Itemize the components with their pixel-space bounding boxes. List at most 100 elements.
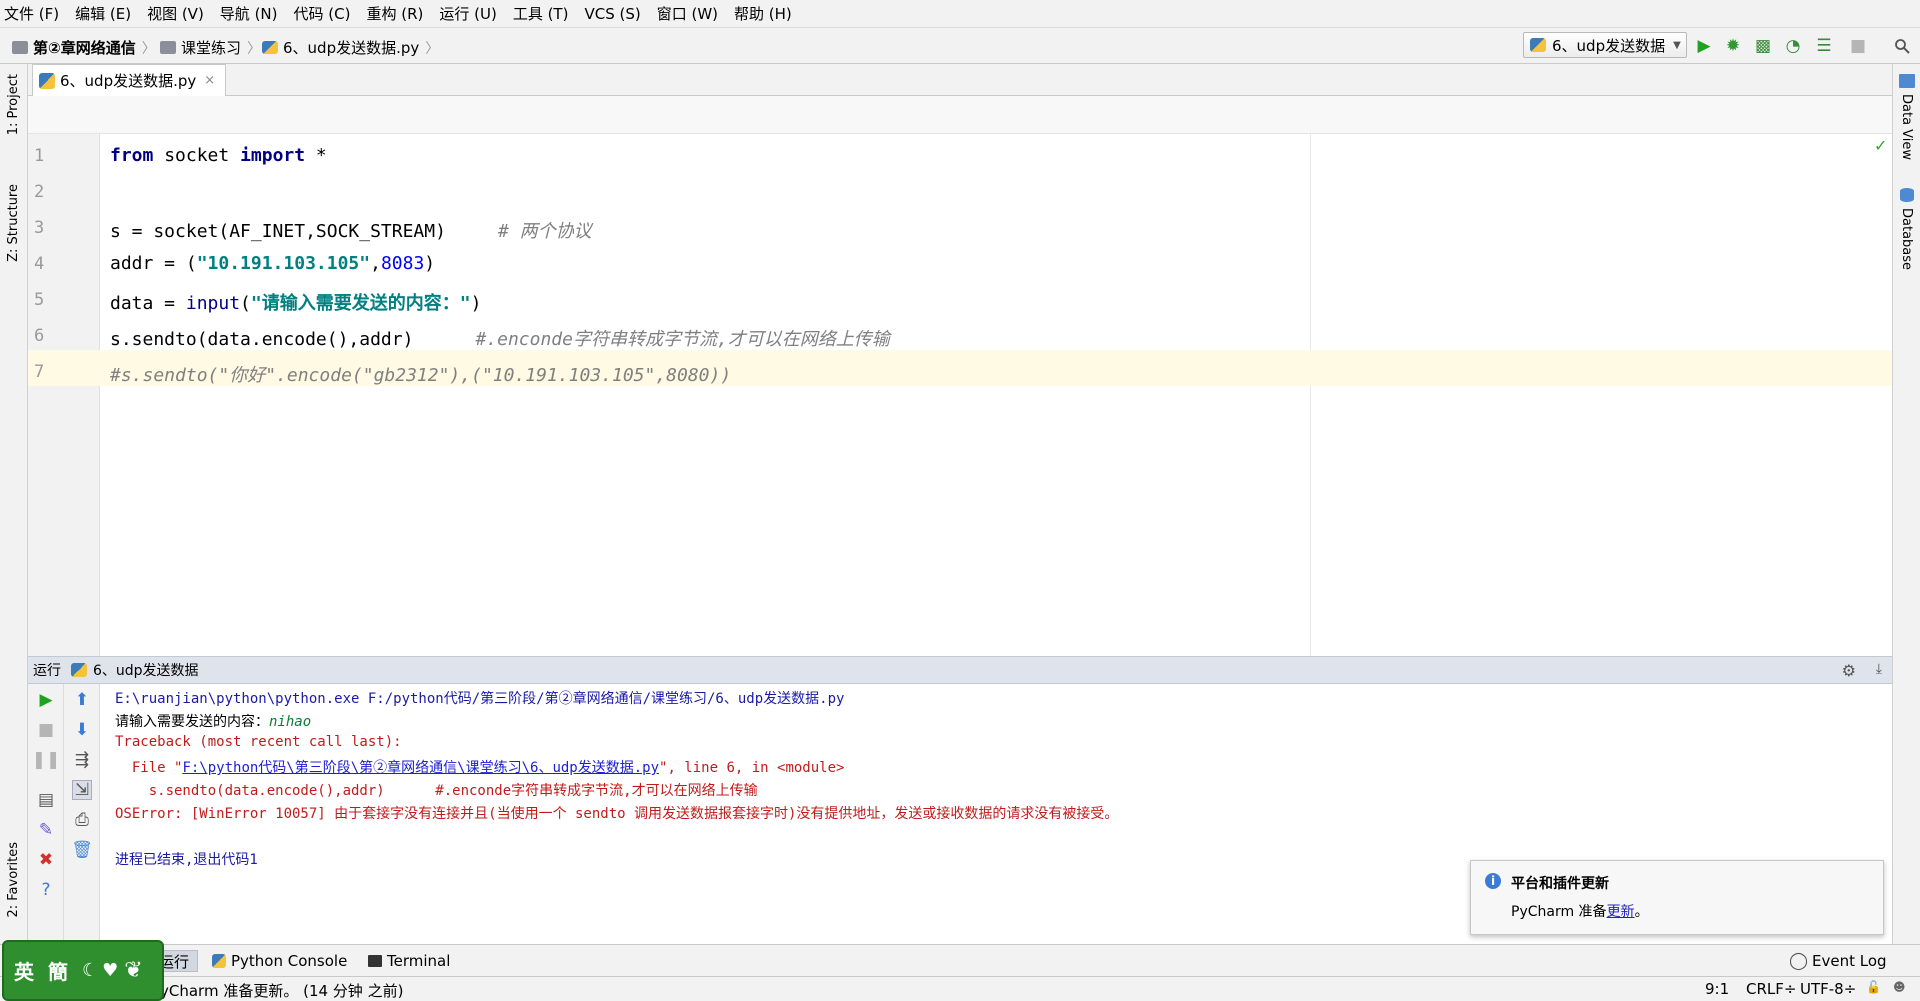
console-exit-message: 进程已结束,退出代码1 [115, 852, 258, 868]
close-icon[interactable]: × [204, 73, 215, 88]
editor-tab-udp[interactable]: 6、udp发送数据.py × [32, 64, 226, 96]
string-token: "10.191.103.105" [196, 253, 371, 274]
breadcrumb-separator: 〉 [141, 40, 156, 57]
code-token: socket [153, 145, 241, 166]
stop-button[interactable]: ■ [1848, 36, 1868, 56]
line-separator-select[interactable]: CRLF÷ [1746, 980, 1796, 998]
soft-wrap-button[interactable]: ⇶ [72, 750, 92, 770]
concurrency-button[interactable]: ☰ [1814, 36, 1834, 56]
stop-icon: ■ [1849, 36, 1867, 56]
breadcrumb-chapter[interactable]: 第②章网络通信 〉 [12, 37, 156, 58]
python-console-tool-tab[interactable]: Python Console [212, 950, 347, 972]
print-button[interactable]: ⎙ [72, 810, 92, 830]
coverage-icon: ▩ [1754, 36, 1772, 56]
terminal-tool-tab[interactable]: Terminal [368, 950, 450, 972]
clear-all-button[interactable]: 🗑 [71, 840, 93, 860]
menu-window[interactable]: 窗口 (W) [657, 3, 718, 24]
python-file-icon [1530, 38, 1546, 52]
event-log-icon: ◯ [1789, 951, 1809, 971]
scroll-down-button[interactable]: ⬇ [72, 720, 92, 740]
pin-tab-button[interactable]: ✎ [36, 820, 56, 840]
breadcrumb-practice[interactable]: 课堂练习 〉 [160, 37, 261, 58]
printer-icon: ⎙ [75, 810, 89, 830]
caret-position[interactable]: 9:1 [1705, 980, 1729, 998]
console-file-link[interactable]: F:\python代码\第三阶段\第②章网络通信\课堂练习\6、udp发送数据.… [182, 760, 659, 776]
folder-icon [12, 41, 28, 54]
console-traceback-source: s.sendto(data.encode(),addr) #.enconde字符… [115, 783, 758, 799]
help-button[interactable]: ? [36, 880, 56, 900]
menu-code[interactable]: 代码 (C) [294, 3, 351, 24]
gear-icon[interactable]: ⚙ [1842, 661, 1856, 680]
run-button[interactable]: ▶ [1694, 36, 1714, 56]
inspector-icon[interactable]: ☻ [1893, 980, 1906, 994]
search-button[interactable] [1892, 36, 1912, 56]
breadcrumb-file[interactable]: 6、udp发送数据.py 〉 [262, 37, 439, 58]
layout-icon: ▤ [37, 790, 55, 810]
run-toolbar-secondary: ⬆ ⬇ ⇶ ⇲ ⎙ 🗑 [64, 684, 100, 944]
builtin-token: input [185, 293, 241, 314]
coverage-button[interactable]: ▩ [1753, 36, 1773, 56]
lock-icon[interactable]: 🔓 [1866, 980, 1881, 994]
code-line-4: addr = ("10.191.103.105",8083) [110, 253, 435, 274]
database-tool-tab[interactable]: Database [1899, 208, 1914, 270]
line-number: 4 [34, 254, 45, 274]
editor-tab-label: 6、udp发送数据.py [60, 72, 197, 90]
console-file-suffix: ", line 6, in <module> [659, 760, 845, 776]
code-token: ( [240, 293, 251, 314]
favorites-tool-tab[interactable]: 2: Favorites [6, 842, 21, 918]
notification-update-link[interactable]: 更新 [1607, 904, 1635, 920]
hide-panel-icon[interactable]: ⤓ [1876, 661, 1882, 677]
notification-title: 平台和插件更新 [1511, 876, 1609, 892]
line-number: 2 [34, 182, 45, 202]
pause-output-button[interactable]: ❚❚ [32, 750, 61, 770]
play-icon: ▶ [1697, 36, 1711, 56]
terminal-label: Terminal [387, 952, 451, 970]
run-toolbar-primary: ▶ ■ ❚❚ ▤ ✎ ✖ ? [28, 684, 64, 944]
menu-tools[interactable]: 工具 (T) [513, 3, 569, 24]
encoding-select[interactable]: UTF-8÷ [1800, 980, 1856, 998]
profile-button[interactable]: ◔ [1783, 36, 1803, 56]
scroll-up-button[interactable]: ⬆ [72, 690, 92, 710]
scroll-to-end-button[interactable]: ⇲ [72, 780, 92, 800]
project-tool-tab[interactable]: 1: Project [6, 74, 21, 135]
line-number: 7 [34, 362, 45, 382]
moon-icon: ☾ [82, 960, 99, 981]
layout-button[interactable]: ▤ [36, 790, 56, 810]
structure-tool-tab[interactable]: Z: Structure [6, 184, 21, 262]
breadcrumb-practice-label: 课堂练习 [181, 39, 242, 57]
update-notification[interactable]: i 平台和插件更新 PyCharm 准备更新。 [1470, 860, 1884, 935]
event-log-tool-tab[interactable]: ◯ Event Log [1789, 950, 1887, 972]
stop-run-button[interactable]: ■ [36, 720, 56, 740]
menu-help[interactable]: 帮助 (H) [734, 3, 792, 24]
stop-icon: ■ [37, 720, 55, 740]
code-line-3: s = socket(AF_INET,SOCK_STREAM) # 两个协议 [110, 217, 592, 243]
debug-button[interactable]: ✹ [1723, 36, 1743, 56]
play-icon: ▶ [39, 690, 53, 710]
status-bar: yCharm 准备更新。 (14 分钟 之前) 9:1 CRLF÷ UTF-8÷… [0, 976, 1920, 1001]
close-run-button[interactable]: ✖ [36, 850, 56, 870]
ime-toolbar[interactable]: 英 簡 ☾ ♥ ❦ [2, 940, 164, 1001]
menu-view[interactable]: 视图 (V) [147, 3, 204, 24]
ime-simplified-toggle[interactable]: 簡 [48, 956, 68, 985]
run-panel-config-tab[interactable]: 6、udp发送数据 [93, 660, 199, 680]
menu-vcs[interactable]: VCS (S) [584, 5, 640, 23]
left-tool-stripe: 1: Project Z: Structure 2: Favorites [0, 64, 28, 976]
status-message[interactable]: yCharm 准备更新。 (14 分钟 之前) [160, 980, 403, 1001]
notification-body: PyCharm 准备更新。 [1511, 901, 1649, 921]
menu-refactor[interactable]: 重构 (R) [366, 3, 423, 24]
bottom-tool-bar: 运行 Python Console Terminal ◯ Event Log [0, 944, 1920, 976]
menu-navigate[interactable]: 导航 (N) [220, 3, 278, 24]
python-icon [212, 954, 226, 968]
menu-edit[interactable]: 编辑 (E) [75, 3, 131, 24]
code-line-6: s.sendto(data.encode(),addr) #.enconde字符串… [110, 325, 890, 351]
ime-english-toggle[interactable]: 英 [14, 956, 34, 985]
rerun-button[interactable]: ▶ [36, 690, 56, 710]
code-token: addr = ( [110, 253, 197, 274]
close-icon: ✖ [38, 850, 54, 870]
console-traceback-file: File "F:\python代码\第三阶段\第②章网络通信\课堂练习\6、ud… [115, 757, 845, 777]
breadcrumb-separator: 〉 [247, 40, 262, 57]
run-configuration-select[interactable]: 6、udp发送数据 ▼ [1523, 32, 1687, 58]
menu-file[interactable]: 文件 (F) [4, 3, 59, 24]
data-view-tool-tab[interactable]: Data View [1899, 94, 1914, 160]
menu-run[interactable]: 运行 (U) [439, 3, 496, 24]
